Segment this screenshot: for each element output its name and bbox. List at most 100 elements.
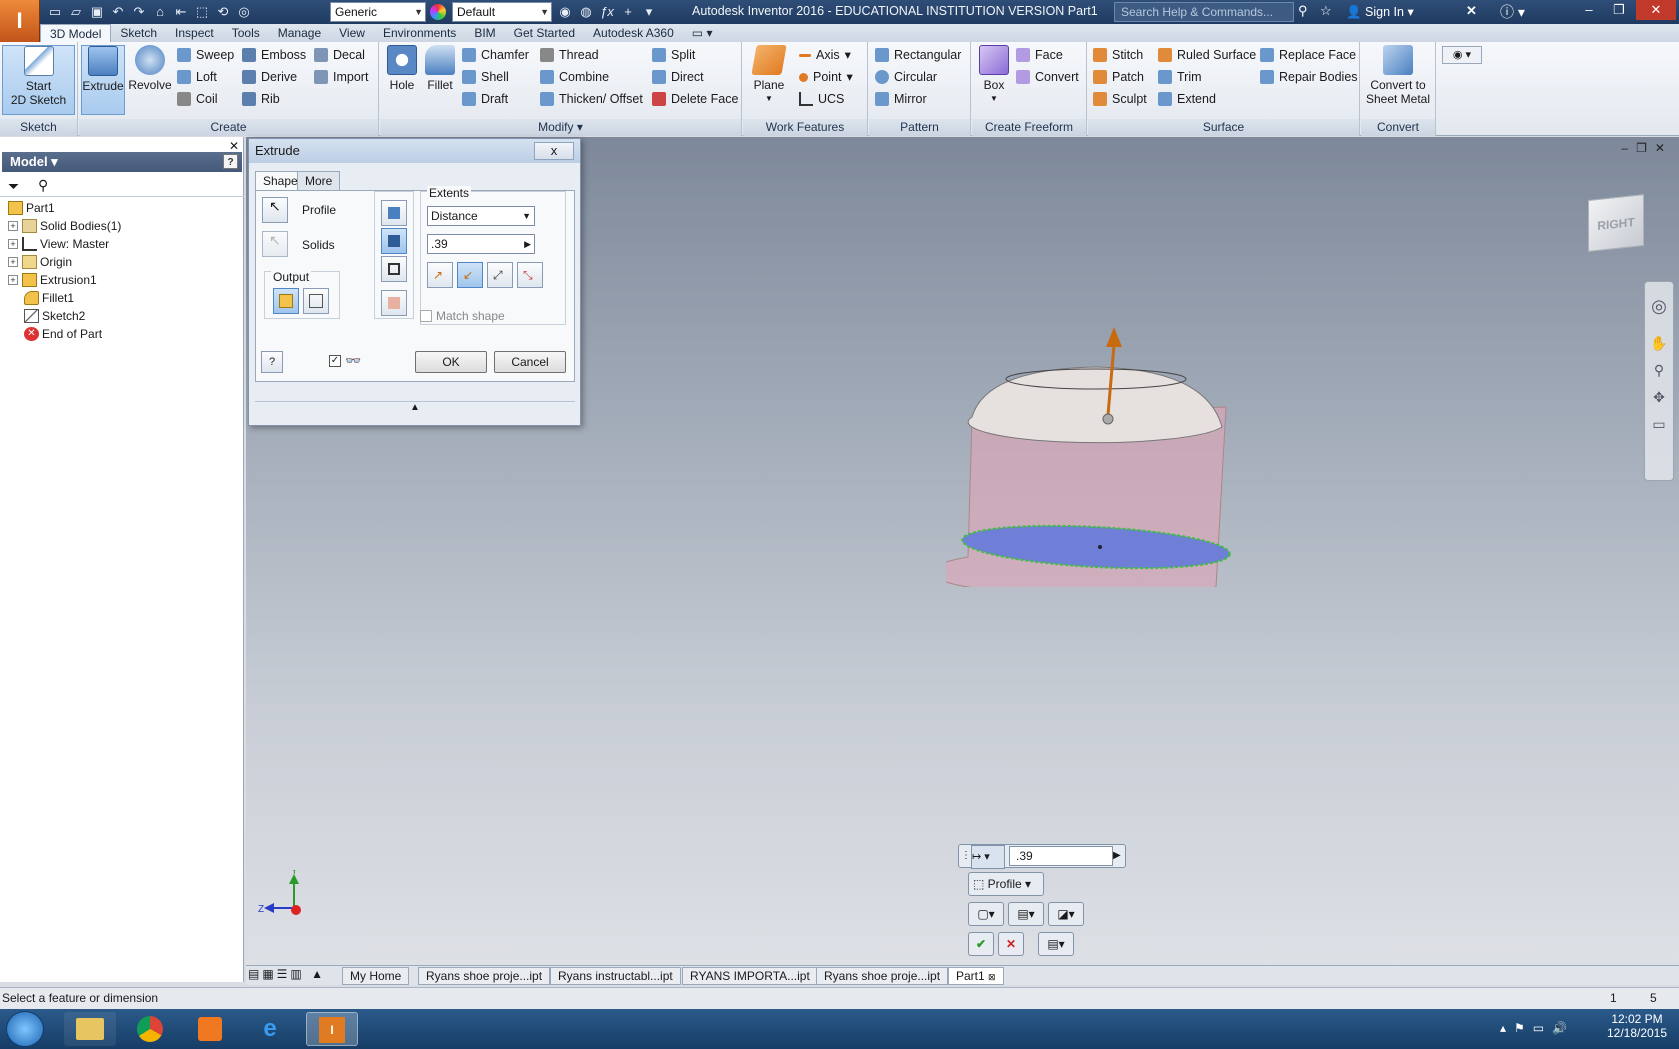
tree-item-fillet1[interactable]: Fillet1 xyxy=(0,289,244,307)
mini-output-dropdown[interactable]: ▢▾ xyxy=(968,902,1004,926)
start-2d-sketch-button[interactable]: Start 2D Sketch xyxy=(2,45,75,115)
profile-select-button[interactable]: ↖ xyxy=(262,197,288,223)
close-browser-icon[interactable]: ✕ xyxy=(229,139,239,153)
ribbon-customize-icon[interactable]: ◉ ▾ xyxy=(1442,46,1482,64)
doc-tab-shoe-project-1[interactable]: Ryans shoe proje...ipt xyxy=(418,967,551,985)
tree-item-extrusion1[interactable]: + Extrusion1 xyxy=(0,271,244,289)
browser-header[interactable]: Model ▾ ? xyxy=(2,152,242,172)
viewport-window-controls[interactable]: –❐✕ xyxy=(1622,141,1674,155)
orbit-icon[interactable]: ✥ xyxy=(1645,389,1673,406)
tab-inspect[interactable]: Inspect xyxy=(166,24,223,42)
help-icon[interactable]: ⓘ ▾ xyxy=(1500,2,1525,22)
tree-item-sketch2[interactable]: Sketch2 xyxy=(0,307,244,325)
save-icon[interactable]: ▣ xyxy=(88,3,106,21)
plus-icon[interactable]: + xyxy=(619,3,637,21)
expand-icon[interactable]: + xyxy=(8,257,18,267)
close-tab-icon[interactable]: ⊠ xyxy=(988,972,996,982)
stitch-button[interactable]: Stitch xyxy=(1093,45,1147,65)
material-combo[interactable]: Generic ▼ xyxy=(330,2,426,22)
combine-button[interactable]: Combine xyxy=(540,67,643,87)
cut-button[interactable] xyxy=(381,228,407,254)
tree-item-part1[interactable]: Part1 xyxy=(0,199,244,217)
plane-button[interactable]: Plane ▼ xyxy=(747,45,791,115)
import-button[interactable]: Import xyxy=(314,67,368,87)
direction-2-button[interactable]: ↙ xyxy=(457,262,483,288)
tab-3d-model[interactable]: 3D Model xyxy=(40,24,112,42)
tree-item-end-of-part[interactable]: ✕ End of Part xyxy=(0,325,244,343)
output-solid-button[interactable] xyxy=(273,288,299,314)
panel-title-modify[interactable]: Modify ▾ xyxy=(380,119,741,136)
distance-mode-dropdown[interactable]: ↦ ▾ xyxy=(971,845,1005,869)
sweep-button[interactable]: Sweep xyxy=(177,45,234,65)
mini-distance-input[interactable]: .39 xyxy=(1009,846,1113,866)
ie-taskbar-icon[interactable]: e xyxy=(244,1012,296,1046)
asymmetric-button[interactable]: ⤡ xyxy=(517,262,543,288)
sculpt-button[interactable]: Sculpt xyxy=(1093,89,1147,109)
home-icon[interactable]: ⌂ xyxy=(151,3,169,21)
solids-select-button[interactable]: ↖ xyxy=(262,231,288,257)
browser-help-icon[interactable]: ? xyxy=(223,154,238,169)
replace-face-button[interactable]: Replace Face xyxy=(1260,45,1358,65)
extend-button[interactable]: Extend xyxy=(1158,89,1256,109)
mini-direction-dropdown[interactable]: ◪▾ xyxy=(1048,902,1084,926)
clear-appearance-icon[interactable]: ◉ xyxy=(556,3,574,21)
tab-manage[interactable]: Manage xyxy=(269,24,330,42)
patch-button[interactable]: Patch xyxy=(1093,67,1147,87)
doc-tab-instructable[interactable]: Ryans instructabl...ipt xyxy=(550,967,681,985)
color-wheel-icon[interactable]: ◎ xyxy=(235,3,253,21)
undo-icon[interactable]: ↶ xyxy=(109,3,127,21)
star-icon[interactable]: ☆ xyxy=(1320,3,1332,19)
convert-to-sheet-metal-button[interactable]: Convert to Sheet Metal xyxy=(1363,45,1433,115)
doc-tab-part1[interactable]: Part1 ⊠ xyxy=(948,967,1004,985)
tab-bim[interactable]: BIM xyxy=(465,24,504,42)
tab-sketch[interactable]: Sketch xyxy=(111,24,166,42)
ucs-button[interactable]: UCS xyxy=(799,89,853,109)
media-taskbar-icon[interactable] xyxy=(184,1012,236,1046)
exchange-icon[interactable]: ✕ xyxy=(1466,3,1477,19)
face-button[interactable]: Face xyxy=(1016,45,1079,65)
rectangular-pattern-button[interactable]: Rectangular xyxy=(875,45,961,65)
ok-button[interactable]: OK xyxy=(415,351,487,373)
tab-tools[interactable]: Tools xyxy=(223,24,269,42)
circular-pattern-button[interactable]: Circular xyxy=(875,67,961,87)
box-button[interactable]: Box ▼ xyxy=(974,45,1014,115)
filter-icon[interactable]: ⏷ xyxy=(8,178,19,195)
direction-1-button[interactable]: ↗ xyxy=(427,262,453,288)
window-arrange-icons[interactable]: ▤▦☰▥ ▲ xyxy=(248,967,326,981)
doc-tab-shoe-project-2[interactable]: Ryans shoe proje...ipt xyxy=(816,967,949,985)
decal-button[interactable]: Decal xyxy=(314,45,368,65)
doc-tab-my-home[interactable]: My Home xyxy=(342,967,410,985)
clock[interactable]: 12:02 PM 12/18/2015 xyxy=(1602,1012,1672,1040)
mirror-button[interactable]: Mirror xyxy=(875,89,961,109)
preview-toggle[interactable]: ✓ 👓 xyxy=(329,353,361,369)
mini-ok-button[interactable]: ✔ xyxy=(968,932,994,956)
fx-icon[interactable]: ƒx xyxy=(598,3,616,21)
symmetric-button[interactable]: ⤢ xyxy=(487,262,513,288)
mini-operation-dropdown[interactable]: ▤▾ xyxy=(1008,902,1044,926)
return-icon[interactable]: ⇤ xyxy=(172,3,190,21)
tree-item-solid-bodies[interactable]: + Solid Bodies(1) xyxy=(0,217,244,235)
tab-view[interactable]: View xyxy=(330,24,374,42)
ruled-surface-button[interactable]: Ruled Surface xyxy=(1158,45,1256,65)
start-button[interactable] xyxy=(6,1011,44,1047)
search-input[interactable]: Search Help & Commands... xyxy=(1114,2,1294,22)
loft-button[interactable]: Loft xyxy=(177,67,234,87)
shell-button[interactable]: Shell xyxy=(462,67,529,87)
fillet-button[interactable]: Fillet xyxy=(422,45,458,115)
draft-button[interactable]: Draft xyxy=(462,89,529,109)
extrude-button[interactable]: Extrude xyxy=(81,45,125,115)
intersect-button[interactable] xyxy=(381,256,407,282)
hole-button[interactable]: Hole xyxy=(384,45,420,115)
open-icon[interactable]: ▱ xyxy=(67,3,85,21)
output-surface-button[interactable] xyxy=(303,288,329,314)
maximize-button[interactable]: ❐ xyxy=(1604,0,1634,20)
look-at-icon[interactable]: ▭ xyxy=(1645,416,1673,433)
thicken-offset-button[interactable]: Thicken/ Offset xyxy=(540,89,643,109)
viewcube[interactable]: RIGHT xyxy=(1588,194,1644,252)
dialog-help-button[interactable]: ? xyxy=(261,351,283,373)
sign-in-button[interactable]: 👤 Sign In ▾ xyxy=(1346,4,1414,20)
mini-cancel-button[interactable]: ✕ xyxy=(998,932,1024,956)
distance-input[interactable]: .39 ▶ xyxy=(427,234,535,254)
arrow-right-icon[interactable]: ▶ xyxy=(1113,845,1125,867)
mini-profile-button[interactable]: ⬚ Profile ▾ xyxy=(968,872,1044,896)
